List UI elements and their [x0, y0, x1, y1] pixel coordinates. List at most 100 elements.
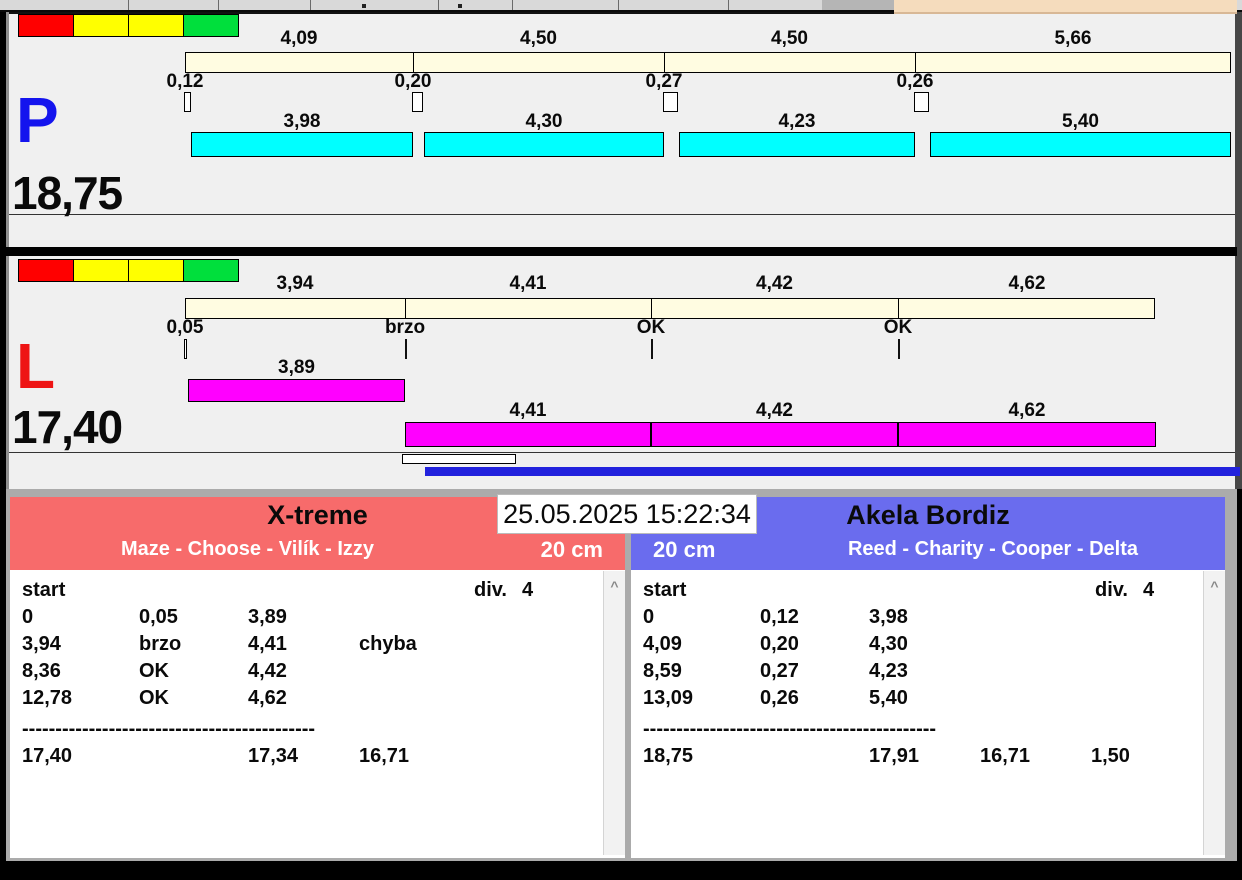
run-time-label: 4,41	[509, 400, 547, 421]
table-header-start: start	[643, 579, 687, 601]
team-left-dogs: Maze - Choose - Vilík - Izzy	[120, 538, 375, 560]
cross-offset-label: 0,26	[896, 71, 934, 92]
cross-offset-box	[663, 92, 678, 112]
traffic-light-block	[128, 259, 184, 282]
split-time-label: 5,66	[1054, 28, 1092, 49]
split-bar-divider	[898, 298, 899, 319]
table-row-cell: 8,59	[643, 660, 682, 682]
table-division-value: 4	[522, 579, 534, 601]
table-total-cell: 17,40	[22, 745, 73, 767]
table-separator-dashes: ----------------------------------------…	[22, 718, 316, 740]
cross-offset-box	[184, 339, 187, 359]
split-bar-divider	[664, 52, 665, 73]
table-row-cell: 5,40	[869, 687, 908, 709]
table-row-cell: 3,89	[248, 606, 287, 628]
split-time-label: 4,09	[280, 28, 318, 49]
run-time-label: 4,42	[756, 400, 793, 421]
cross-offset-box	[914, 92, 929, 112]
traffic-light-block	[73, 259, 129, 282]
traffic-light-block	[73, 14, 129, 37]
table-row-cell: 0,20	[760, 633, 799, 655]
table-row-cell: 4,09	[643, 633, 682, 655]
split-bar-divider	[413, 52, 414, 73]
split-time-label: 4,50	[771, 28, 808, 49]
cross-offset-label: OK	[636, 317, 666, 338]
progress-bar-blue	[425, 467, 1240, 476]
datetime-display: 25.05.2025 15:22:34	[497, 494, 757, 534]
run-time-bar	[191, 132, 413, 157]
split-bar-divider	[651, 298, 652, 319]
scroll-up-icon[interactable]: ^	[1204, 579, 1225, 593]
traffic-light-block	[18, 14, 74, 37]
table-row-cell: 0	[643, 606, 655, 628]
table-total-cell: 17,34	[248, 745, 299, 767]
table-row-cell: 4,42	[248, 660, 287, 682]
table-division-label: div.	[1095, 579, 1128, 601]
table-row-cell: 8,36	[22, 660, 61, 682]
table-row-cell: brzo	[139, 633, 182, 655]
team-right-height-class: 20 cm	[653, 537, 716, 562]
run-time-bar	[930, 132, 1231, 157]
team-right-dogs: Reed - Charity - Cooper - Delta	[847, 538, 1139, 560]
run-time-label: 3,89	[278, 357, 315, 378]
run-time-bar	[898, 422, 1156, 447]
run-time-bar	[405, 422, 651, 447]
split-time-label: 4,42	[756, 273, 793, 294]
split-time-label: 4,41	[509, 273, 547, 294]
table-total-cell: 1,50	[1091, 745, 1130, 767]
cross-offset-label: 0,05	[166, 317, 204, 338]
cross-offset-tick	[651, 339, 653, 359]
table-row-cell: 0	[22, 606, 34, 628]
team-panel-left: X-treme Maze - Choose - Vilík - Izzy 20 …	[10, 497, 625, 858]
cross-offset-box	[412, 92, 423, 112]
table-division-label: div.	[474, 579, 507, 601]
run-time-label: 4,62	[1008, 400, 1046, 421]
table-total-cell: 17,91	[869, 745, 920, 767]
team-left-scrollbar[interactable]: ^	[603, 571, 625, 855]
split-bar-divider	[405, 298, 406, 319]
table-row-cell: 3,94	[22, 633, 61, 655]
cross-offset-tick	[405, 339, 407, 359]
table-header-start: start	[22, 579, 66, 601]
split-time-label: 3,94	[276, 273, 314, 294]
split-time-label: 4,62	[1008, 273, 1046, 294]
split-time-label: 4,50	[520, 28, 557, 49]
timing-lanes: 4,09 0,12 3,98 4,50 0,20 4,30 4,50 0,27 4,23 5,66…	[0, 0, 1242, 489]
table-row-cell: chyba	[359, 633, 417, 655]
team-left-height-class: 20 cm	[540, 537, 603, 562]
table-row-cell: OK	[139, 660, 169, 682]
table-row-cell: OK	[139, 687, 169, 709]
lane-letter-p: P	[16, 84, 59, 156]
table-row-cell: 0,05	[139, 606, 178, 628]
cross-offset-label: brzo	[384, 317, 426, 338]
lane-total-l: 17,40	[12, 401, 123, 453]
team-panel-right: Akela Bordiz Reed - Charity - Cooper - D…	[631, 497, 1225, 858]
cross-offset-label: OK	[883, 317, 913, 338]
table-total-cell: 16,71	[980, 745, 1031, 767]
run-time-bar	[679, 132, 915, 157]
scroll-up-icon[interactable]: ^	[604, 579, 625, 593]
run-time-bar	[424, 132, 664, 157]
team-right-scrollbar[interactable]: ^	[1203, 571, 1225, 855]
table-total-cell: 18,75	[643, 745, 694, 767]
traffic-light-block	[18, 259, 74, 282]
run-time-label: 4,30	[525, 111, 563, 132]
cross-offset-label: 0,20	[394, 71, 432, 92]
run-time-bar	[188, 379, 405, 402]
table-row-cell: 13,09	[643, 687, 694, 709]
table-row-cell: 12,78	[22, 687, 73, 709]
table-row-cell: 4,41	[248, 633, 287, 655]
split-time-bar	[185, 298, 1155, 319]
run-time-label: 3,98	[283, 111, 321, 132]
split-bar-divider	[915, 52, 916, 73]
cross-offset-tick	[898, 339, 900, 359]
lane-total-p: 18,75	[12, 167, 123, 219]
table-row-cell: 4,62	[248, 687, 287, 709]
table-total-cell: 16,71	[359, 745, 410, 767]
table-row-cell: 0,27	[760, 660, 799, 682]
cross-offset-label: 0,12	[166, 71, 204, 92]
table-row-cell: 4,30	[869, 633, 908, 655]
table-row-cell: 3,98	[869, 606, 908, 628]
run-time-label: 5,40	[1062, 111, 1099, 132]
cross-offset-box	[184, 92, 191, 112]
